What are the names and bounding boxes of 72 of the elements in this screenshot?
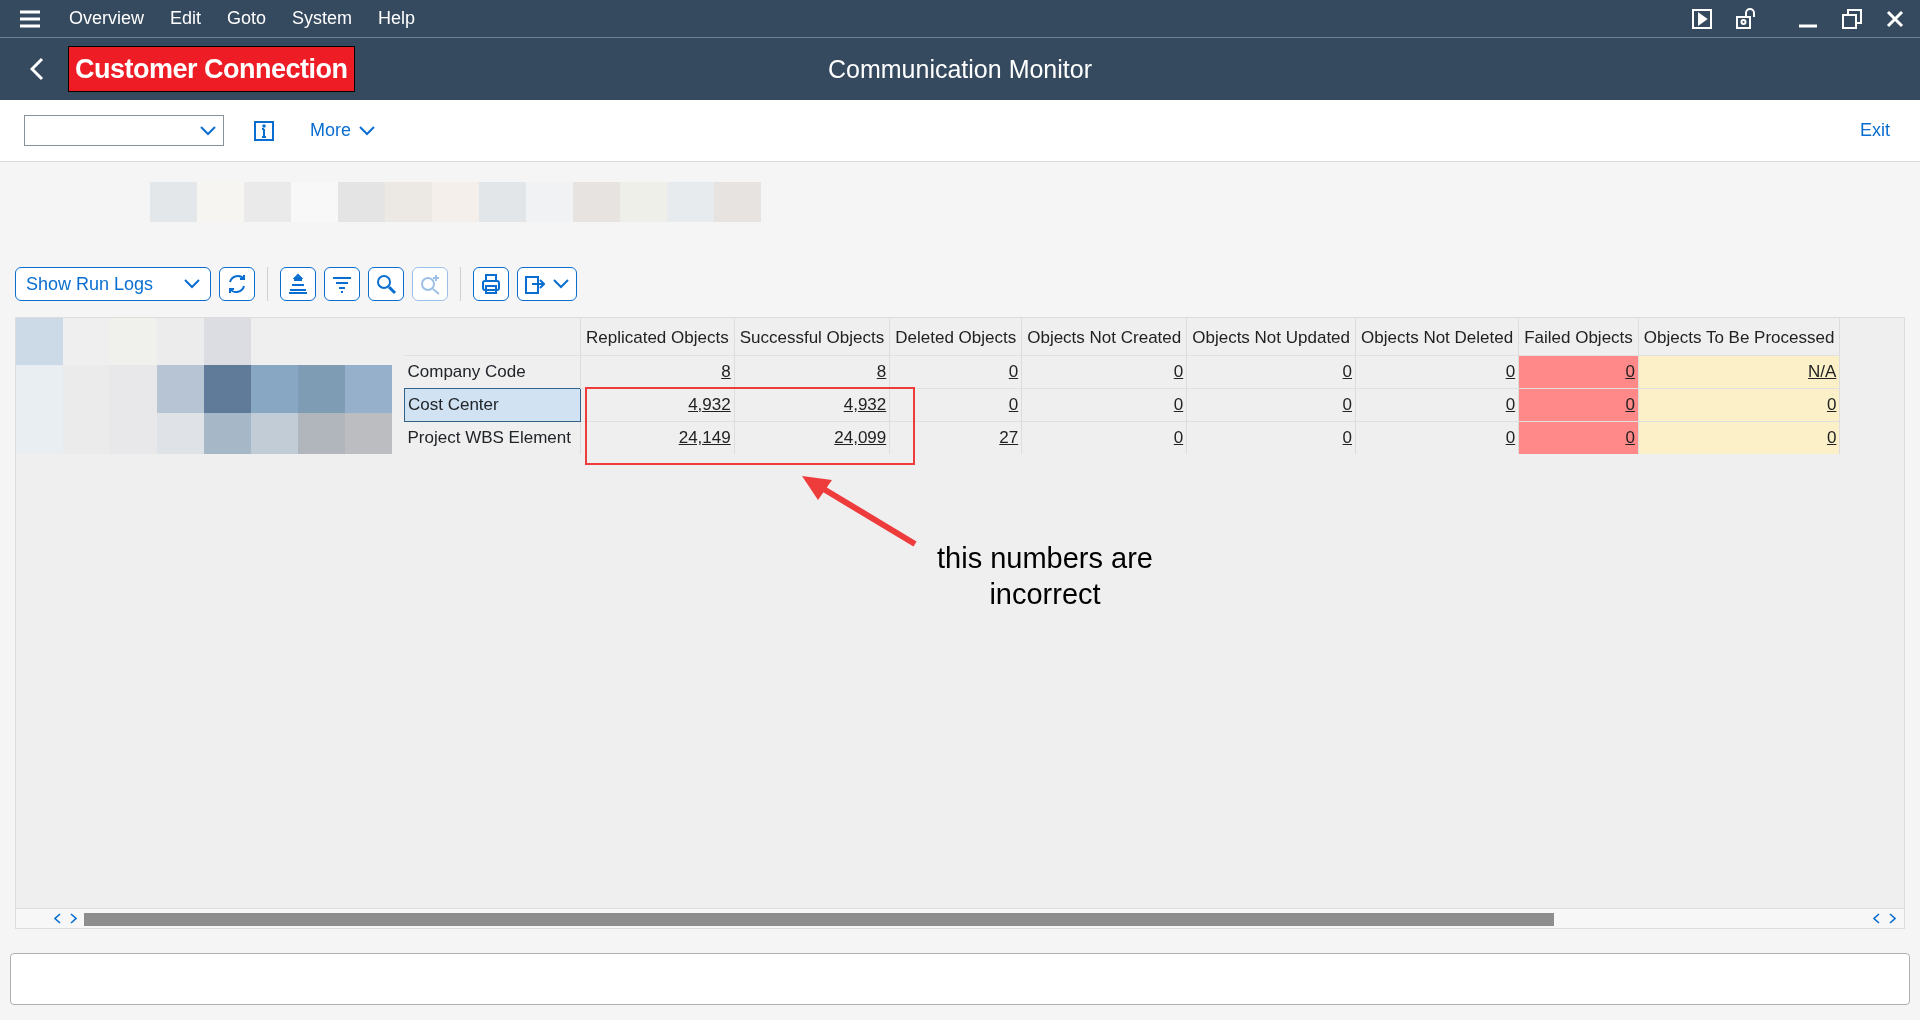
dropdown-field[interactable] (24, 115, 224, 146)
count-link[interactable]: 0 (1505, 361, 1516, 381)
printer-icon (480, 273, 502, 295)
more-button[interactable]: More (304, 116, 381, 145)
chevron-down-icon (199, 124, 217, 137)
sort-button[interactable] (280, 267, 316, 301)
close-icon[interactable] (1886, 9, 1904, 28)
search-button[interactable] (368, 267, 404, 301)
print-button[interactable] (473, 267, 509, 301)
count-link[interactable]: 8 (721, 361, 731, 381)
export-button[interactable] (517, 267, 577, 301)
count-link[interactable]: 0 (1625, 394, 1635, 414)
back-icon[interactable] (30, 57, 44, 81)
page-title: Communication Monitor (828, 55, 1092, 83)
magnifier-plus-icon (419, 273, 441, 295)
count-link[interactable]: 0 (1505, 394, 1516, 414)
exit-link[interactable]: Exit (1854, 116, 1896, 145)
menu-item[interactable]: Overview (56, 5, 157, 32)
count-link[interactable]: 24,099 (834, 428, 887, 447)
column-header: Replicated Objects (580, 318, 735, 355)
column-header: Objects Not Deleted (1355, 318, 1519, 355)
horizontal-scrollbar[interactable] (16, 908, 1904, 928)
count-link[interactable]: N/A (1808, 361, 1837, 381)
count-link[interactable]: 0 (1505, 428, 1516, 447)
count-link[interactable]: 0 (1173, 394, 1184, 414)
restore-icon[interactable] (1842, 8, 1862, 29)
count-link[interactable]: 0 (1342, 361, 1353, 381)
count-link[interactable]: 4,932 (843, 394, 887, 414)
scroll-left-icon[interactable] (1873, 913, 1880, 924)
column-header: Objects Not Created (1021, 318, 1187, 355)
column-header: Deleted Objects (889, 318, 1022, 355)
count-link[interactable]: 0 (1008, 361, 1019, 381)
menu-item[interactable]: Help (365, 5, 429, 32)
refresh-button[interactable] (219, 267, 255, 301)
count-link[interactable]: 8 (876, 361, 887, 381)
count-link[interactable]: 0 (1173, 428, 1184, 447)
info-icon[interactable] (254, 120, 274, 141)
menu-item[interactable]: Goto (214, 5, 280, 32)
count-link[interactable]: 4,932 (688, 394, 731, 414)
count-link[interactable]: 27 (999, 428, 1019, 447)
search-icon (375, 273, 397, 295)
count-link[interactable]: 0 (1625, 428, 1635, 447)
scroll-right-icon[interactable] (70, 913, 77, 924)
menu-item[interactable]: Edit (157, 5, 215, 32)
count-link[interactable]: 24,149 (678, 428, 731, 447)
refresh-icon (226, 273, 248, 295)
row-label[interactable]: Project WBS Element (404, 421, 581, 454)
annotation-text: this numbers are incorrect (936, 541, 1154, 612)
sort-icon (287, 273, 309, 295)
menu-icon[interactable] (18, 8, 42, 29)
column-header: Successful Objects (734, 318, 890, 355)
scroll-right-icon[interactable] (1889, 913, 1896, 924)
count-link[interactable]: 0 (1173, 361, 1184, 381)
export-icon (525, 274, 545, 294)
logo-text: Customer Connection (68, 45, 355, 93)
count-link[interactable]: 0 (1826, 428, 1837, 447)
count-link[interactable]: 0 (1342, 394, 1353, 414)
menu-item[interactable]: System (279, 5, 366, 32)
play-icon[interactable] (1692, 8, 1712, 29)
scroll-left-icon[interactable] (54, 913, 61, 924)
count-link[interactable]: 0 (1625, 361, 1635, 381)
padlock-icon[interactable] (1736, 7, 1758, 30)
chevron-down-icon (553, 279, 569, 289)
run-logs-dropdown[interactable]: Show Run Logs (15, 267, 211, 301)
count-link[interactable]: 0 (1826, 394, 1837, 414)
row-label[interactable]: Cost Center (404, 388, 581, 421)
count-link[interactable]: 0 (1008, 394, 1019, 414)
chevron-down-icon (184, 279, 200, 289)
chevron-down-icon (359, 125, 375, 136)
filter-button[interactable] (324, 267, 360, 301)
column-header: Objects Not Updated (1186, 318, 1356, 355)
count-link[interactable]: 0 (1342, 428, 1353, 447)
